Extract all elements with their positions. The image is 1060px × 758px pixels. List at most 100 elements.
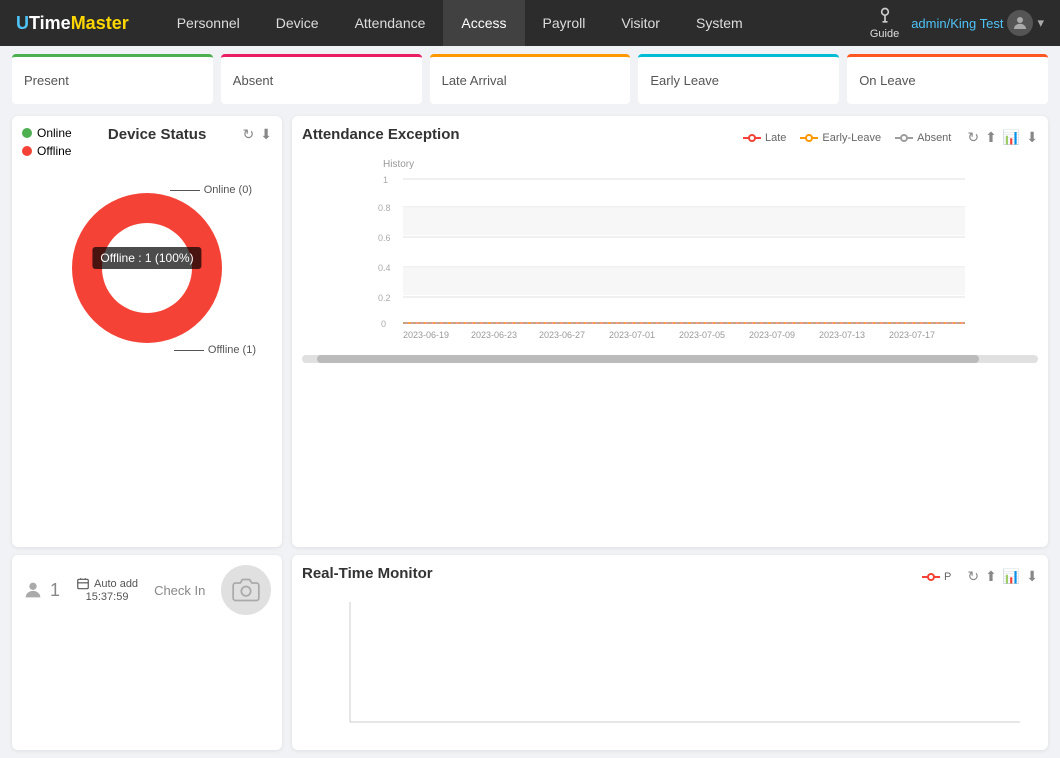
- nav-item-system[interactable]: System: [678, 0, 761, 46]
- checkin-camera-icon: [221, 565, 271, 615]
- legend-absent-label: Absent: [917, 132, 951, 144]
- att-chart-icon[interactable]: 📊: [1003, 129, 1020, 146]
- attendance-panel-actions: ↻ ⬆ 📊 ⬇: [967, 129, 1038, 146]
- realtime-p-label: P: [944, 571, 951, 583]
- svg-text:0.8: 0.8: [378, 203, 391, 213]
- status-card-present[interactable]: Present: [12, 54, 213, 104]
- status-cards: Present Absent Late Arrival Early Leave …: [0, 46, 1060, 112]
- offline-chart-label: Offline (1): [174, 344, 256, 356]
- user-dropdown-icon: ▾: [1037, 15, 1044, 31]
- svg-text:2023-06-27: 2023-06-27: [539, 330, 585, 340]
- status-card-on-leave[interactable]: On Leave: [847, 54, 1048, 104]
- refresh-icon[interactable]: ↻: [243, 126, 255, 143]
- legend-absent: Absent: [895, 132, 951, 144]
- early-leave-label: Early Leave: [650, 73, 719, 88]
- present-label: Present: [24, 73, 69, 88]
- svg-text:2023-07-13: 2023-07-13: [819, 330, 865, 340]
- status-card-absent[interactable]: Absent: [221, 54, 422, 104]
- att-refresh-icon[interactable]: ↻: [967, 129, 979, 146]
- realtime-panel: Real-Time Monitor P ↻ ⬆ 📊 ⬇: [292, 555, 1048, 750]
- scrollbar-thumb[interactable]: [317, 355, 979, 363]
- device-panel-actions: ↻ ⬇: [243, 126, 272, 143]
- att-upload-icon[interactable]: ⬆: [985, 129, 997, 146]
- legend-early-leave: Early-Leave: [800, 132, 881, 144]
- brand-u: U: [16, 13, 29, 34]
- realtime-header: Real-Time Monitor P ↻ ⬆ 📊 ⬇: [302, 565, 1038, 588]
- main-content: Online Offline Device Status ↻ ⬇: [0, 112, 1060, 555]
- online-legend-label: Online: [37, 126, 72, 140]
- nav-item-device[interactable]: Device: [258, 0, 337, 46]
- checkin-panel: 1 Auto add 15:37:59 Check In: [12, 555, 282, 750]
- offline-legend-label: Offline: [37, 144, 71, 158]
- realtime-svg: [302, 592, 1038, 737]
- device-status-title: Device Status: [108, 126, 206, 143]
- svg-text:2023-07-01: 2023-07-01: [609, 330, 655, 340]
- status-card-late[interactable]: Late Arrival: [430, 54, 631, 104]
- user-info[interactable]: admin/King Test ▾: [911, 10, 1044, 36]
- late-label: Late Arrival: [442, 73, 507, 88]
- nav-item-visitor[interactable]: Visitor: [603, 0, 678, 46]
- user-name: admin/King Test: [911, 16, 1003, 31]
- svg-text:0.6: 0.6: [378, 233, 391, 243]
- nav-item-payroll[interactable]: Payroll: [525, 0, 604, 46]
- absent-label: Absent: [233, 73, 273, 88]
- download-icon[interactable]: ⬇: [260, 126, 272, 143]
- offline-dot: [22, 146, 32, 156]
- brand-master: Master: [71, 13, 129, 34]
- status-card-early-leave[interactable]: Early Leave: [638, 54, 839, 104]
- user-avatar: [1007, 10, 1033, 36]
- attendance-chart-area: History 1 0.8 0.6 0.4 0.2 0 2023-06-: [302, 153, 1038, 363]
- nav-item-access[interactable]: Access: [443, 0, 524, 46]
- online-dot: [22, 128, 32, 138]
- checkin-info-row: 1 Auto add 15:37:59 Check In: [22, 565, 272, 615]
- svg-text:0: 0: [381, 319, 386, 329]
- user-count: 1: [22, 579, 60, 601]
- attendance-title: Attendance Exception: [302, 126, 460, 143]
- nav-item-personnel[interactable]: Personnel: [159, 0, 258, 46]
- online-chart-label: Online (0): [170, 184, 252, 196]
- guide-button[interactable]: Guide: [870, 6, 899, 40]
- rt-refresh-icon[interactable]: ↻: [967, 568, 979, 585]
- device-status-panel: Online Offline Device Status ↻ ⬇: [12, 116, 282, 547]
- rt-upload-icon[interactable]: ⬆: [985, 568, 997, 585]
- svg-text:2023-06-19: 2023-06-19: [403, 330, 449, 340]
- on-leave-label: On Leave: [859, 73, 915, 88]
- brand: U Time Master: [16, 13, 129, 34]
- rt-download-icon[interactable]: ⬇: [1026, 568, 1038, 585]
- nav-right: Guide admin/King Test ▾: [870, 6, 1044, 40]
- user-icon: [22, 579, 44, 601]
- svg-text:2023-06-23: 2023-06-23: [471, 330, 517, 340]
- auto-add-label: Auto add: [94, 578, 138, 590]
- attendance-header: Attendance Exception Late Early-Leave: [302, 126, 1038, 149]
- checkin-label: Check In: [154, 583, 205, 598]
- attendance-legend: Late Early-Leave Absent: [743, 132, 951, 144]
- svg-text:1: 1: [383, 175, 388, 185]
- guide-label: Guide: [870, 28, 899, 40]
- legend-online: Online: [22, 126, 72, 140]
- legend-offline: Offline: [22, 144, 72, 158]
- realtime-legend: P: [922, 571, 951, 583]
- realtime-legend-p: P: [922, 571, 951, 583]
- rt-chart-icon[interactable]: 📊: [1003, 568, 1020, 585]
- att-download-icon[interactable]: ⬇: [1026, 129, 1038, 146]
- nav-item-attendance[interactable]: Attendance: [337, 0, 444, 46]
- svg-text:2023-07-05: 2023-07-05: [679, 330, 725, 340]
- svg-text:History: History: [383, 159, 414, 170]
- nav-links: Personnel Device Attendance Access Payro…: [159, 0, 870, 46]
- auto-add-time: 15:37:59: [86, 591, 129, 603]
- auto-add-info: Auto add 15:37:59: [76, 577, 138, 603]
- svg-text:2023-07-17: 2023-07-17: [889, 330, 935, 340]
- svg-text:0.4: 0.4: [378, 263, 391, 273]
- legend-early-leave-label: Early-Leave: [822, 132, 881, 144]
- bottom-row: 1 Auto add 15:37:59 Check In: [0, 555, 1060, 758]
- legend-late: Late: [743, 132, 786, 144]
- user-count-value: 1: [50, 580, 60, 601]
- chart-scrollbar[interactable]: [302, 355, 1038, 363]
- donut-chart: Offline : 1 (100%) Online (0) Offline (1…: [22, 168, 272, 368]
- attendance-svg: History 1 0.8 0.6 0.4 0.2 0 2023-06-: [302, 153, 1038, 348]
- attendance-panel: Attendance Exception Late Early-Leave: [292, 116, 1048, 547]
- brand-time: Time: [29, 13, 71, 34]
- svg-text:2023-07-09: 2023-07-09: [749, 330, 795, 340]
- realtime-title: Real-Time Monitor: [302, 565, 433, 582]
- legend-late-label: Late: [765, 132, 786, 144]
